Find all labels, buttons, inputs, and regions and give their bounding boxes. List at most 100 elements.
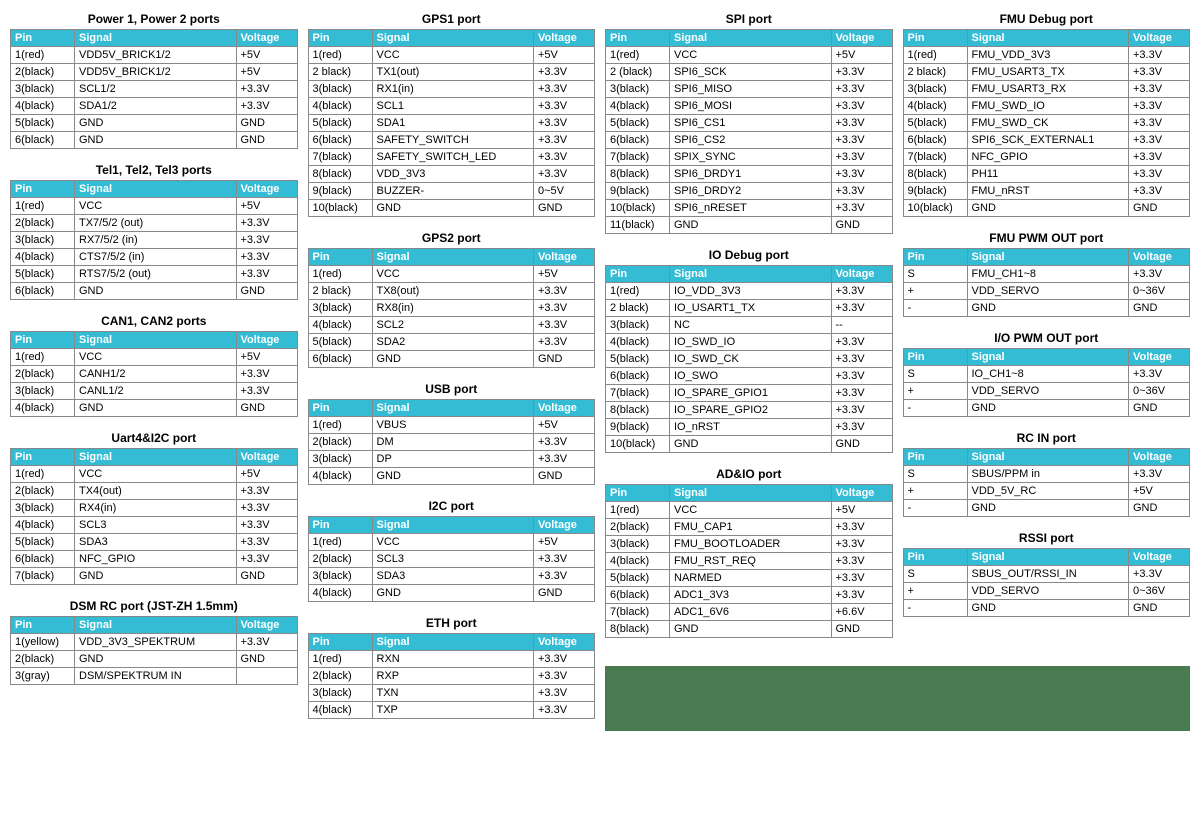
table-row: 3(black)NC--: [606, 317, 893, 334]
section-spi: SPI portPinSignalVoltage1(red)VCC+5V2 (b…: [605, 10, 893, 234]
table-row: 2 black)IO_USART1_TX+3.3V: [606, 300, 893, 317]
cell: +3.3V: [236, 551, 297, 568]
cell: ADC1_6V6: [670, 604, 832, 621]
cell: +3.3V: [831, 587, 892, 604]
cell: VBUS: [372, 417, 534, 434]
table-row: 4(black)FMU_RST_REQ+3.3V: [606, 553, 893, 570]
cell: FMU_CAP1: [670, 519, 832, 536]
header-signal: Signal: [75, 449, 237, 466]
cell: +5V: [1129, 483, 1190, 500]
cell: +3.3V: [534, 115, 595, 132]
header-pin: Pin: [11, 332, 75, 349]
cell: +3.3V: [534, 81, 595, 98]
cell: +3.3V: [1129, 132, 1190, 149]
table-row: -GNDGND: [903, 300, 1190, 317]
table-row: +VDD_SERVO0~36V: [903, 283, 1190, 300]
header-voltage: Voltage: [1129, 249, 1190, 266]
header-pin: Pin: [11, 449, 75, 466]
cell: 3(black): [11, 232, 75, 249]
table-row: 4(black)SCL2+3.3V: [308, 317, 595, 334]
table-rssi: PinSignalVoltageSSBUS_OUT/RSSI_IN+3.3V+V…: [903, 548, 1191, 617]
table-row: -GNDGND: [903, 500, 1190, 517]
cell: SDA3: [372, 568, 534, 585]
cell: 5(black): [308, 115, 372, 132]
cell: +3.3V: [831, 132, 892, 149]
cell: +3.3V: [534, 132, 595, 149]
section-adio: AD&IO portPinSignalVoltage1(red)VCC+5V2(…: [605, 465, 893, 638]
cell: +3.3V: [236, 517, 297, 534]
table-row: 4(black)SPI6_MOSI+3.3V: [606, 98, 893, 115]
cell: -: [903, 600, 967, 617]
cell: 2(black): [11, 366, 75, 383]
table-row: 8(black)PH11+3.3V: [903, 166, 1190, 183]
table-row: 4(black)GNDGND: [308, 468, 595, 485]
cell: VCC: [372, 534, 534, 551]
cell: +5V: [534, 534, 595, 551]
cell: S: [903, 366, 967, 383]
cell: FMU_SWD_CK: [967, 115, 1129, 132]
table-row: 5(black)NARMED+3.3V: [606, 570, 893, 587]
cell: +3.3V: [831, 419, 892, 436]
table-row: 2 black)TX1(out)+3.3V: [308, 64, 595, 81]
table-rcin: PinSignalVoltageSSBUS/PPM in+3.3V+VDD_5V…: [903, 448, 1191, 517]
cell: NFC_GPIO: [75, 551, 237, 568]
cell: 4(black): [308, 98, 372, 115]
table-row: 6(black)SPI6_SCK_EXTERNAL1+3.3V: [903, 132, 1190, 149]
cell: +5V: [236, 198, 297, 215]
header-pin: Pin: [903, 30, 967, 47]
cell: +3.3V: [236, 98, 297, 115]
cell: GND: [372, 351, 534, 368]
cell: GND: [75, 400, 237, 417]
cell: 6(black): [606, 587, 670, 604]
table-row: -GNDGND: [903, 600, 1190, 617]
table-row: 3(black)SCL1/2+3.3V: [11, 81, 298, 98]
section-iopwm: I/O PWM OUT portPinSignalVoltageSIO_CH1~…: [903, 329, 1191, 417]
cell: S: [903, 466, 967, 483]
cell: 4(black): [606, 553, 670, 570]
cell: GND: [831, 217, 892, 234]
cell: 8(black): [308, 166, 372, 183]
table-row: 1(red)VBUS+5V: [308, 417, 595, 434]
cell: +3.3V: [831, 166, 892, 183]
header-voltage: Voltage: [1129, 449, 1190, 466]
cell: +5V: [534, 47, 595, 64]
cell: VDD_SERVO: [967, 583, 1129, 600]
cell: 8(black): [606, 166, 670, 183]
cell: 1(red): [11, 47, 75, 64]
title-uart4: Uart4&I2C port: [10, 429, 298, 448]
table-row: 3(black)TXN+3.3V: [308, 685, 595, 702]
cell: +3.3V: [831, 149, 892, 166]
cell: +3.3V: [1129, 47, 1190, 64]
cell: SPI6_nRESET: [670, 200, 832, 217]
cell: +3.3V: [534, 685, 595, 702]
cell: 1(red): [606, 283, 670, 300]
cell: SAFETY_SWITCH: [372, 132, 534, 149]
cell: +3.3V: [236, 232, 297, 249]
table-row: 4(black)FMU_SWD_IO+3.3V: [903, 98, 1190, 115]
cell: 4(black): [308, 702, 372, 719]
cell: 2(black): [11, 64, 75, 81]
cell: +3.3V: [831, 200, 892, 217]
cell: GND: [236, 115, 297, 132]
header-signal: Signal: [670, 266, 832, 283]
cell: +3.3V: [831, 300, 892, 317]
table-row: 9(black)SPI6_DRDY2+3.3V: [606, 183, 893, 200]
cell: GND: [236, 651, 297, 668]
cell: +: [903, 383, 967, 400]
table-row: 1(red)VCC+5V: [11, 349, 298, 366]
cell: TX8(out): [372, 283, 534, 300]
cell: +: [903, 483, 967, 500]
section-fmudebug: FMU Debug portPinSignalVoltage1(red)FMU_…: [903, 10, 1191, 217]
cell: VDD_SERVO: [967, 283, 1129, 300]
cell: 4(black): [308, 468, 372, 485]
cell: SPI6_MOSI: [670, 98, 832, 115]
cell: +5V: [236, 466, 297, 483]
table-tel: PinSignalVoltage1(red)VCC+5V2(black)TX7/…: [10, 180, 298, 300]
cell: GND: [236, 400, 297, 417]
cell: ADC1_3V3: [670, 587, 832, 604]
cell: +5V: [236, 47, 297, 64]
table-row: 1(red)VCC+5V: [606, 502, 893, 519]
header-pin: Pin: [606, 266, 670, 283]
cell: 3(black): [903, 81, 967, 98]
table-row: 6(black)NFC_GPIO+3.3V: [11, 551, 298, 568]
